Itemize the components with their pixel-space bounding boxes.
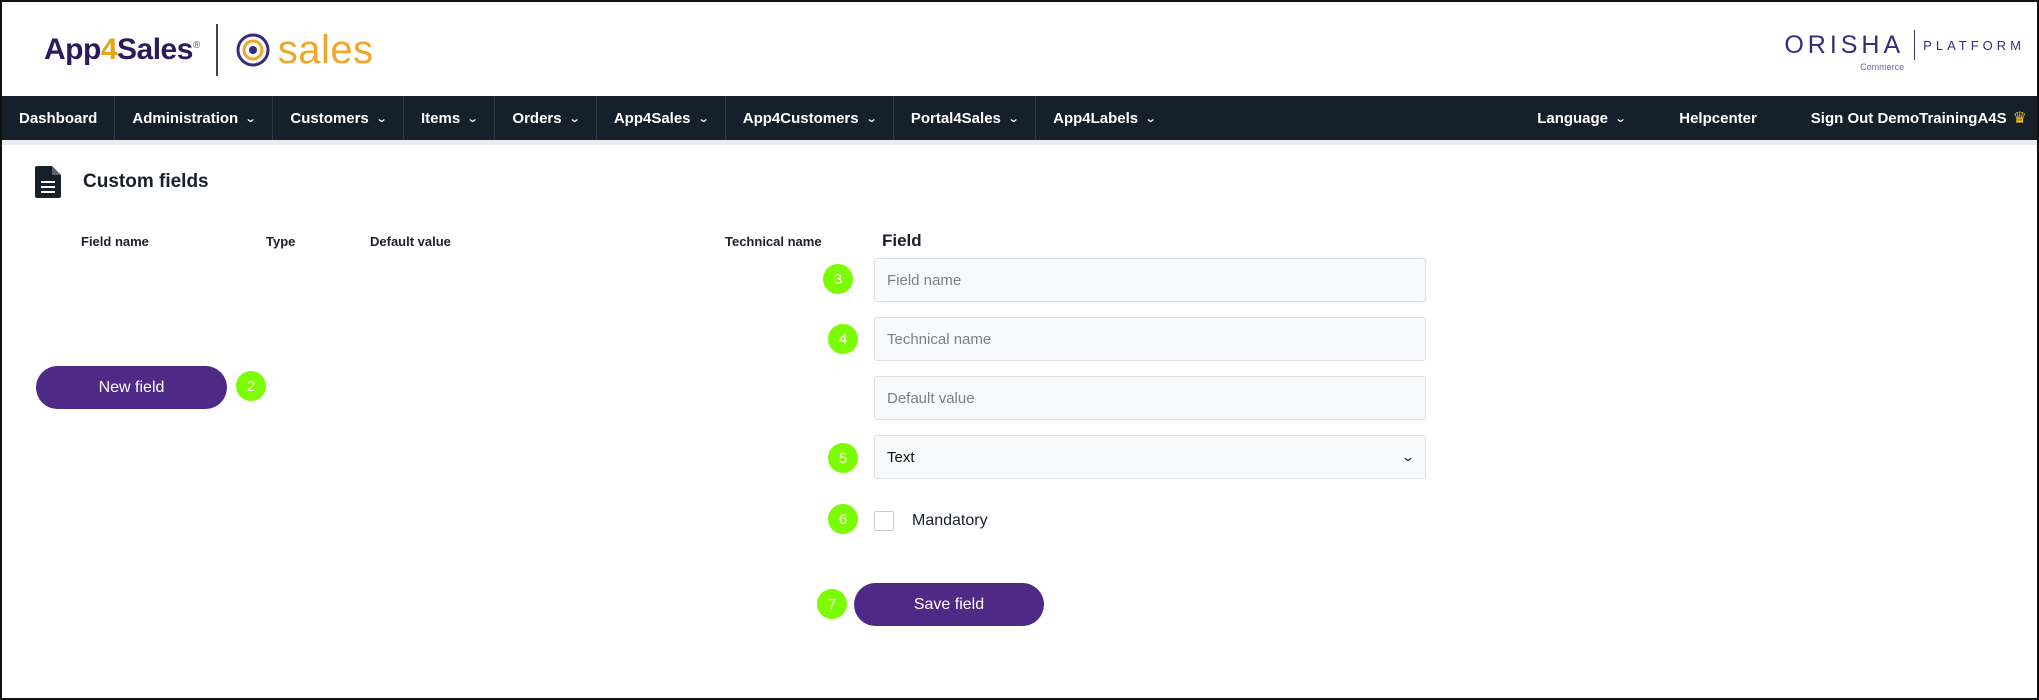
technical-name-input[interactable] xyxy=(874,317,1426,361)
chevron-down-icon: ⌄ xyxy=(1614,112,1627,125)
chevron-down-icon: ⌄ xyxy=(466,112,479,125)
page-title: Custom fields xyxy=(83,171,209,192)
column-header-type[interactable]: Type xyxy=(266,234,295,249)
brand-prefix: App xyxy=(44,33,101,66)
step-badge-3: 3 xyxy=(823,264,853,294)
column-header-technical-name[interactable]: Technical name xyxy=(725,234,822,249)
brand-suffix: Sales xyxy=(117,33,193,66)
step-badge-7: 7 xyxy=(817,589,847,619)
step-badge-2: 2 xyxy=(236,371,266,401)
crown-icon: ♛ xyxy=(2012,110,2027,127)
column-header-field-name[interactable]: Field name xyxy=(81,234,149,249)
new-field-button[interactable]: New field xyxy=(36,366,227,409)
nav-administration[interactable]: Administration ⌄ xyxy=(115,96,274,140)
partner-platform: PLATFORM xyxy=(1923,37,2025,53)
document-icon xyxy=(35,166,61,198)
sales-product-logo: sales xyxy=(236,28,374,73)
nav-label: App4Customers xyxy=(742,109,859,127)
nav-underline xyxy=(2,140,2037,145)
step-badge-4: 4 xyxy=(828,324,858,354)
page-header: Custom fields xyxy=(35,166,209,198)
chevron-down-icon: ⌄ xyxy=(375,112,388,125)
app4sales-logo[interactable]: App4Sales® sales xyxy=(44,24,374,76)
chevron-down-icon: ⌄ xyxy=(1400,450,1416,464)
chevron-down-icon: ⌄ xyxy=(244,112,257,125)
mandatory-label[interactable]: Mandatory xyxy=(912,512,988,530)
nav-app4sales[interactable]: App4Sales ⌄ xyxy=(597,96,726,140)
orisha-logo[interactable]: ORISHA Commerce PLATFORM xyxy=(1784,30,2025,72)
nav-customers[interactable]: Customers ⌄ xyxy=(273,96,404,140)
nav-label: Helpcenter xyxy=(1679,109,1757,127)
chevron-down-icon: ⌄ xyxy=(865,112,878,125)
brand-four: 4 xyxy=(100,33,118,66)
main-nav: Dashboard Administration ⌄ Customers ⌄ I… xyxy=(2,96,2037,140)
brand-wordmark: App4Sales® xyxy=(44,33,200,67)
nav-label: App4Sales xyxy=(613,109,691,127)
column-header-default-value[interactable]: Default value xyxy=(370,234,451,249)
signout-label: Sign Out xyxy=(1810,109,1874,127)
nav-label: Customers xyxy=(290,109,369,127)
orisha-wordmark: ORISHA Commerce xyxy=(1784,30,1905,72)
nav-label: Language xyxy=(1537,109,1609,127)
nav-label: App4Labels xyxy=(1053,109,1139,127)
nav-orders[interactable]: Orders ⌄ xyxy=(495,96,597,140)
chevron-down-icon: ⌄ xyxy=(1007,112,1020,125)
brand-divider xyxy=(215,24,218,76)
mandatory-checkbox[interactable] xyxy=(874,511,894,531)
nav-helpcenter[interactable]: Helpcenter xyxy=(1652,96,1784,140)
nav-language[interactable]: Language ⌄ xyxy=(1510,96,1652,140)
type-select-value: Text xyxy=(887,448,915,466)
partner-name: ORISHA xyxy=(1784,30,1905,59)
step-badge-5: 5 xyxy=(828,443,858,473)
registered-mark: ® xyxy=(192,40,200,51)
chevron-down-icon: ⌄ xyxy=(1144,112,1157,125)
top-header: App4Sales® sales ORISHA Commerce PLATFOR… xyxy=(0,0,2039,96)
nav-dashboard[interactable]: Dashboard xyxy=(2,96,116,140)
nav-items[interactable]: Items ⌄ xyxy=(404,96,496,140)
save-field-button[interactable]: Save field xyxy=(854,583,1044,626)
nav-label: Administration xyxy=(132,109,239,127)
partner-sub: Commerce xyxy=(1860,61,1905,72)
field-name-input[interactable] xyxy=(874,258,1426,302)
chevron-down-icon: ⌄ xyxy=(568,112,581,125)
nav-portal4sales[interactable]: Portal4Sales ⌄ xyxy=(894,96,1037,140)
orisha-divider xyxy=(1914,30,1916,60)
nav-app4customers[interactable]: App4Customers ⌄ xyxy=(726,96,894,140)
nav-app4labels[interactable]: App4Labels ⌄ xyxy=(1036,96,1172,140)
username: DemoTrainingA4S xyxy=(1877,109,2007,127)
nav-sign-out[interactable]: Sign Out DemoTrainingA4S ♛ xyxy=(1784,96,2037,140)
product-name: sales xyxy=(277,27,374,72)
nav-label: Portal4Sales xyxy=(910,109,1001,127)
step-badge-6: 6 xyxy=(828,504,858,534)
nav-label: Items xyxy=(421,109,461,127)
type-select[interactable]: Text ⌄ xyxy=(874,435,1426,479)
field-form-heading: Field xyxy=(882,231,922,250)
nav-right-group: Language ⌄ Helpcenter Sign Out DemoTrain… xyxy=(1510,96,2037,140)
nav-label: Orders xyxy=(512,109,562,127)
default-value-input[interactable] xyxy=(874,376,1426,420)
chevron-down-icon: ⌄ xyxy=(697,112,710,125)
target-icon xyxy=(236,33,270,67)
nav-label: Dashboard xyxy=(19,109,98,127)
